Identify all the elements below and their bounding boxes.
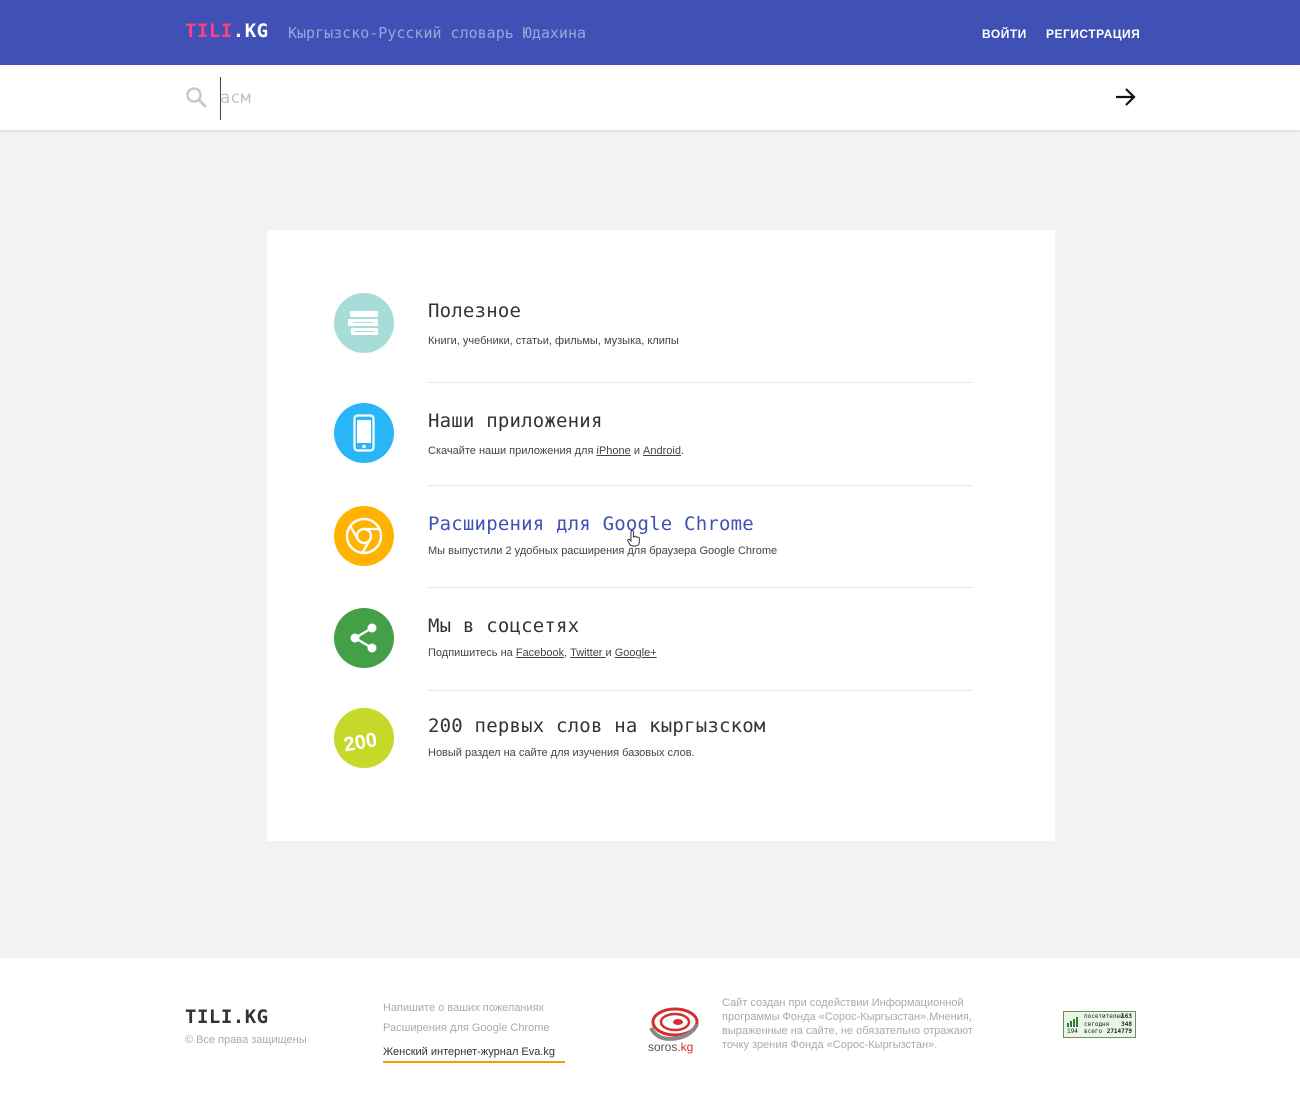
- google-plus-link[interactable]: Google+: [615, 647, 657, 659]
- search-bar: [0, 65, 1300, 130]
- counter-value3: 2714779: [1106, 1028, 1132, 1035]
- divider: [428, 587, 973, 588]
- books-icon[interactable]: [334, 293, 394, 353]
- footer-copyright: © Все права защищены: [185, 1034, 307, 1046]
- item-apps-title[interactable]: Наши приложения: [428, 410, 603, 432]
- search-input[interactable]: [220, 83, 1080, 113]
- logo-part2: .KG: [232, 20, 269, 42]
- apps-desc-suffix: .: [680, 445, 685, 457]
- item-social-desc: Подпишитесь на Facebook, Twitter и Googl…: [428, 647, 657, 659]
- smartphone-icon[interactable]: [334, 403, 394, 463]
- counter-value2: 348: [1121, 1021, 1132, 1028]
- item-apps-desc: Скачайте наши приложения для iPhone и An…: [428, 445, 684, 457]
- soros-label: soros.kg: [648, 1040, 693, 1054]
- counter-bars-icon: [1067, 1017, 1078, 1027]
- register-link[interactable]: РЕГИСТРАЦИЯ: [1046, 27, 1140, 41]
- divider: [428, 382, 973, 383]
- features-card: Полезное Книги, учебники, статьи, фильмы…: [267, 230, 1055, 841]
- twitter-link[interactable]: Twitter: [570, 647, 605, 659]
- social-desc-prefix: Подпишитесь на: [428, 647, 516, 659]
- site-subtitle: Кыргызско-Русский словарь Юдахина: [288, 24, 587, 42]
- site-logo[interactable]: TILI.KG: [185, 20, 269, 42]
- counter-label3: 194: [1067, 1028, 1078, 1035]
- arrow-right-icon[interactable]: [1113, 85, 1137, 109]
- counter-label1: посетителей: [1084, 1013, 1124, 1020]
- footer-link-chrome[interactable]: Расширения для Google Chrome: [383, 1022, 565, 1034]
- badge-200-text: 200: [342, 729, 379, 755]
- soros-tld: .kg: [677, 1040, 694, 1054]
- item-useful-desc: Книги, учебники, статьи, фильмы, музыка,…: [428, 335, 679, 347]
- counter-value1: 163: [1121, 1013, 1132, 1020]
- footer-link-eva[interactable]: Женский интернет-журнал Eva.kg: [383, 1046, 565, 1063]
- footer-logo[interactable]: TILI.KG: [185, 1006, 269, 1028]
- social-sep2: и: [605, 647, 615, 659]
- badge-200-icon[interactable]: 200: [334, 708, 394, 768]
- top-navbar: TILI.KG Кыргызско-Русский словарь Юдахин…: [0, 0, 1300, 65]
- footer-link-feedback[interactable]: Напишите о ваших пожеланиях: [383, 1002, 565, 1014]
- share-icon[interactable]: [334, 608, 394, 668]
- divider: [428, 690, 973, 691]
- visitor-counter[interactable]: посетителей сегодня 194 всего 163 348 27…: [1063, 1011, 1136, 1038]
- counter-label4: всего: [1084, 1028, 1103, 1035]
- iphone-link[interactable]: iPhone: [597, 445, 631, 457]
- item-social-title[interactable]: Мы в соцсетях: [428, 615, 579, 637]
- item-200-title[interactable]: 200 первых слов на кыргызском: [428, 715, 766, 737]
- footer-links: Напишите о ваших пожеланиях Расширения д…: [383, 1002, 565, 1071]
- android-link[interactable]: Android: [643, 445, 681, 457]
- footer: TILI.KG © Все права защищены Напишите о …: [0, 958, 1300, 1111]
- login-link[interactable]: ВОЙТИ: [982, 27, 1027, 41]
- item-chrome-desc: Мы выпустили 2 удобных расширения для бр…: [428, 545, 778, 557]
- soros-name: soros: [648, 1040, 678, 1054]
- apps-desc-mid: и: [630, 445, 644, 457]
- item-useful-title[interactable]: Полезное: [428, 300, 521, 322]
- logo-part1: TILI: [185, 20, 233, 42]
- item-200-desc: Новый раздел на сайте для изучения базов…: [428, 747, 695, 759]
- item-chrome-title[interactable]: Расширения для Google Chrome: [428, 513, 754, 535]
- counter-label2: сегодня: [1084, 1021, 1110, 1028]
- chrome-icon[interactable]: [334, 506, 394, 566]
- search-icon: [186, 87, 207, 108]
- footer-about-text: Сайт создан при содействии Информационно…: [722, 997, 973, 1051]
- apps-desc-prefix: Скачайте наши приложения для: [428, 445, 597, 457]
- divider: [428, 485, 973, 486]
- hand-cursor-icon: [627, 530, 640, 547]
- facebook-link[interactable]: Facebook: [516, 647, 564, 659]
